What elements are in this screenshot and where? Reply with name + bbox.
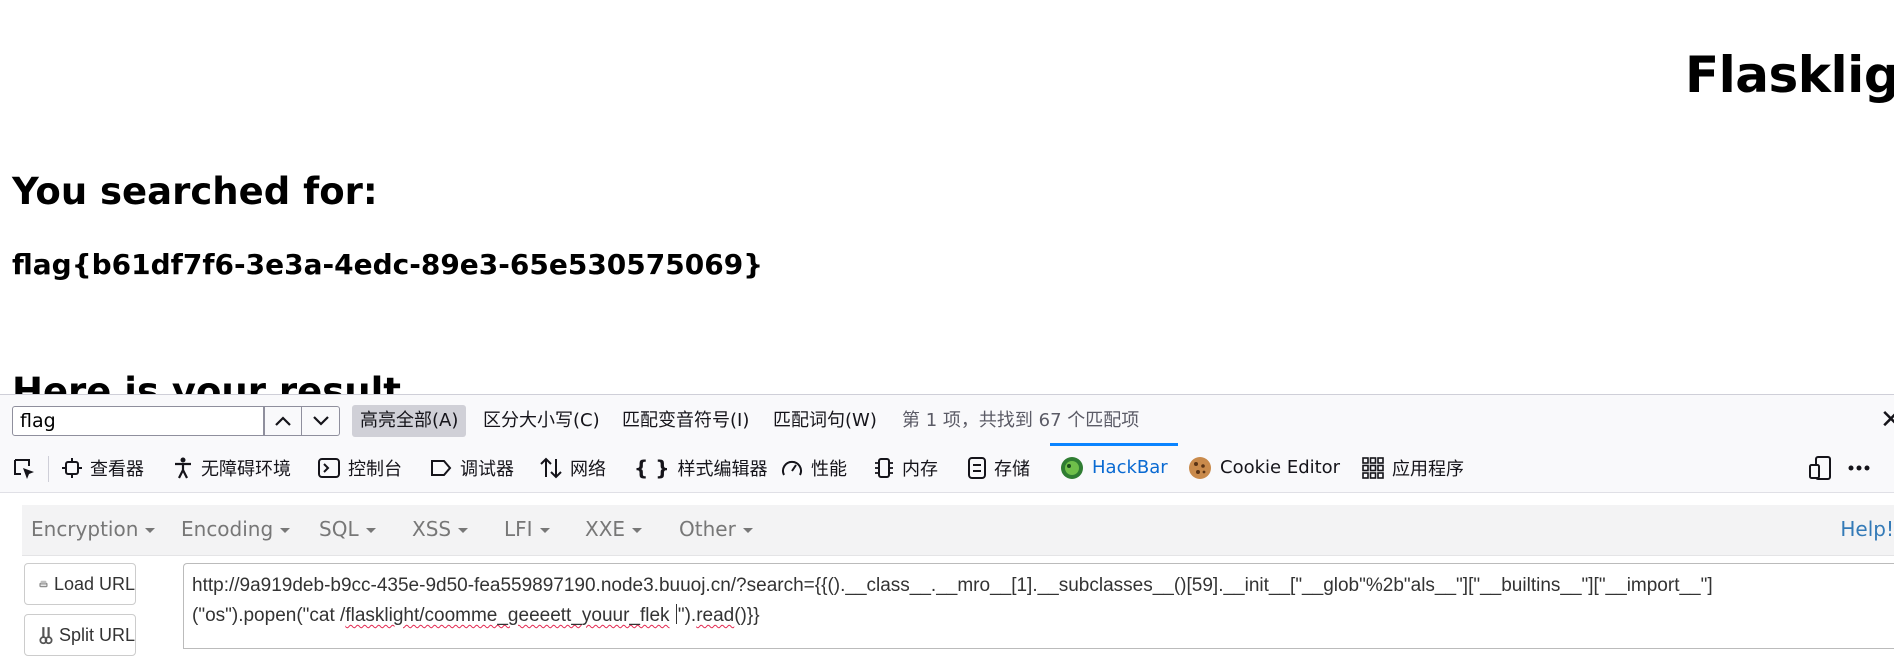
url-part: "). <box>677 605 697 626</box>
network-icon <box>540 457 562 478</box>
find-next-button[interactable] <box>302 406 340 436</box>
find-input[interactable] <box>12 406 264 436</box>
style-editor-icon: { } <box>634 455 670 480</box>
find-previous-button[interactable] <box>264 406 302 436</box>
element-picker-icon[interactable] <box>12 457 36 481</box>
tab-application[interactable]: 应用程序 <box>1362 443 1464 492</box>
menu-label: SQL <box>319 517 359 541</box>
caret-down-icon <box>539 528 550 533</box>
caret-down-icon <box>632 528 643 533</box>
menu-label: LFI <box>504 517 533 541</box>
find-status: 第 1 项，共找到 67 个匹配项 <box>902 410 1140 431</box>
menu-lfi[interactable]: LFI <box>504 505 550 555</box>
tab-inspector[interactable]: 查看器 <box>62 443 144 492</box>
split-url-icon <box>39 627 53 645</box>
menu-label: Encoding <box>181 517 274 541</box>
cookie-icon <box>1189 456 1211 479</box>
flag-value: flag{b61df7f6-3e3a-4edc-89e3-65e53057506… <box>12 248 764 281</box>
accessibility-icon <box>175 457 191 478</box>
menu-xxe[interactable]: XXE <box>585 505 643 555</box>
menu-xss[interactable]: XSS <box>412 505 469 555</box>
site-title: Flasklight <box>1685 46 1894 104</box>
memory-icon <box>875 457 893 478</box>
url-textarea[interactable]: http://9a919deb-b9cc-435e-9d50-fea559897… <box>183 563 1894 649</box>
tab-label: 查看器 <box>90 458 144 480</box>
chevron-up-icon <box>275 416 291 426</box>
hackbar-panel: Encryption Encoding SQL XSS LFI XXE Othe… <box>0 493 1894 656</box>
find-bar: 高亮全部(A) 区分大小写(C) 匹配变音符号(I) 匹配词句(W) 第 1 项… <box>0 394 1894 443</box>
text-cursor <box>675 604 677 624</box>
load-url-icon <box>39 580 48 588</box>
result-heading: Here is your result <box>12 370 401 394</box>
url-part <box>670 605 675 626</box>
tab-cookie-editor[interactable]: Cookie Editor <box>1188 443 1340 492</box>
tab-storage[interactable]: 存储 <box>968 443 1030 492</box>
url-part-misspelled: read <box>696 605 735 626</box>
menu-other[interactable]: Other <box>679 505 753 555</box>
tab-style-editor[interactable]: { } 样式编辑器 <box>634 443 767 492</box>
devtools-toolbar: 查看器 无障碍环境 控制台 调试器 网络 { } 样式编辑器 性能 内存 存储 … <box>0 443 1894 493</box>
page-content: Flasklight You searched for: flag{b61df7… <box>0 0 1894 394</box>
tab-label: 性能 <box>811 458 847 480</box>
split-url-label: Split URL <box>58 624 135 645</box>
hackbar-icon <box>1061 456 1083 479</box>
more-options-icon[interactable] <box>1846 456 1872 480</box>
split-url-button[interactable]: Split URL <box>24 614 136 656</box>
tab-console[interactable]: 控制台 <box>318 443 402 492</box>
load-url-button[interactable]: Load URL <box>24 563 136 605</box>
caret-down-icon <box>365 528 376 533</box>
caret-down-icon <box>458 528 469 533</box>
caret-down-icon <box>280 528 291 533</box>
load-url-label: Load URL <box>53 573 135 594</box>
responsive-design-icon[interactable] <box>1808 456 1834 480</box>
tab-hackbar[interactable]: HackBar <box>1050 443 1178 492</box>
menu-encryption[interactable]: Encryption <box>31 505 156 555</box>
tab-memory[interactable]: 内存 <box>874 443 938 492</box>
tab-network[interactable]: 网络 <box>540 443 606 492</box>
menu-label: Encryption <box>31 517 139 541</box>
tab-label: Cookie Editor <box>1220 457 1341 478</box>
menu-label: Other <box>679 517 736 541</box>
help-link[interactable]: Help! <box>1840 505 1894 555</box>
tab-label: 控制台 <box>348 458 402 480</box>
tab-label: HackBar <box>1092 457 1168 478</box>
caret-down-icon <box>742 528 753 533</box>
menu-encoding[interactable]: Encoding <box>181 505 291 555</box>
console-icon <box>318 457 340 478</box>
close-icon[interactable]: ✕ <box>1880 407 1894 433</box>
menu-label: XXE <box>585 517 626 541</box>
tab-debugger[interactable]: 调试器 <box>430 443 514 492</box>
toolbar-separator <box>48 456 49 482</box>
storage-icon <box>968 456 986 479</box>
tab-label: 网络 <box>570 458 606 480</box>
tab-label: 样式编辑器 <box>677 458 768 480</box>
tab-label: 存储 <box>994 458 1030 480</box>
url-line-2: ("os").popen("cat /flasklight/coomme_gee… <box>192 601 1894 631</box>
match-case-toggle[interactable]: 区分大小写(C) <box>475 405 608 437</box>
highlight-all-toggle[interactable]: 高亮全部(A) <box>352 405 467 437</box>
tab-label: 应用程序 <box>1392 458 1464 480</box>
tab-label: 无障碍环境 <box>201 458 291 480</box>
url-line-1: http://9a919deb-b9cc-435e-9d50-fea559897… <box>192 575 1713 596</box>
chevron-down-icon <box>312 416 329 426</box>
tab-accessibility[interactable]: 无障碍环境 <box>173 443 291 492</box>
tab-label: 调试器 <box>460 458 514 480</box>
hackbar-menubar: Encryption Encoding SQL XSS LFI XXE Othe… <box>22 505 1894 556</box>
application-icon <box>1362 456 1384 479</box>
url-part-misspelled: flasklight/coomme_geeeett_youur_flek <box>345 605 670 626</box>
tab-label: 内存 <box>902 458 938 480</box>
menu-sql[interactable]: SQL <box>319 505 376 555</box>
tab-performance[interactable]: 性能 <box>781 443 847 492</box>
debugger-icon <box>431 459 452 476</box>
searched-heading: You searched for: <box>12 170 378 213</box>
match-diacritics-toggle[interactable]: 匹配变音符号(I) <box>614 405 757 437</box>
whole-words-toggle[interactable]: 匹配词句(W) <box>765 405 885 437</box>
caret-down-icon <box>145 528 156 533</box>
inspector-icon <box>62 457 82 478</box>
performance-icon <box>782 460 802 475</box>
url-part: ("os").popen("cat / <box>192 605 346 626</box>
menu-label: XSS <box>412 517 452 541</box>
url-part: ()}} <box>734 605 760 626</box>
